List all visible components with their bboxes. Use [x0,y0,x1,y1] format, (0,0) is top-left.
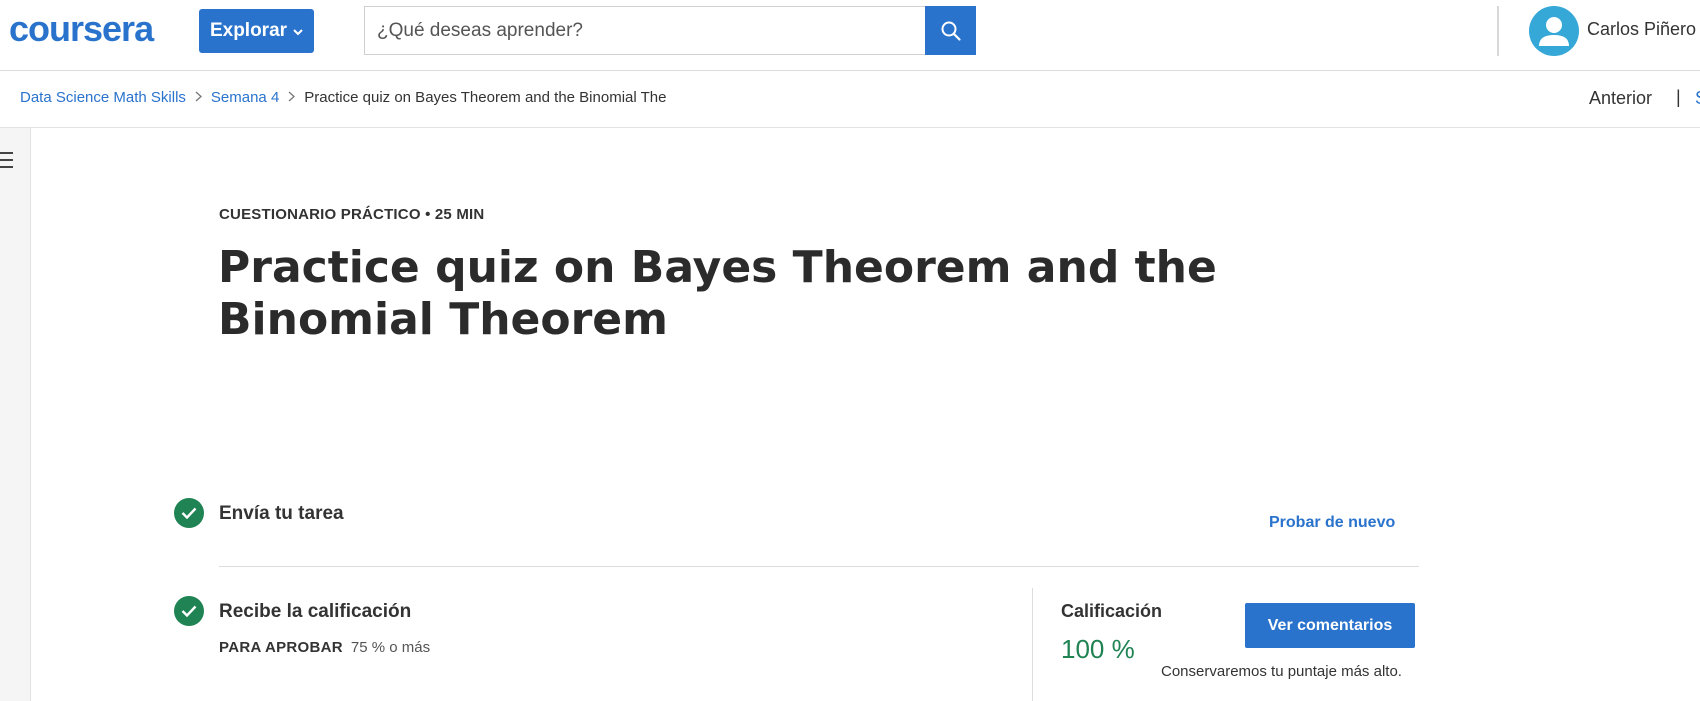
breadcrumb-current: Practice quiz on Bayes Theorem and the B… [304,89,667,106]
view-feedback-button[interactable]: Ver comentarios [1245,603,1415,648]
breadcrumb-week-link[interactable]: Semana 4 [211,89,279,106]
grade-label: Calificación [1061,601,1163,621]
breadcrumb-chevron-icon [195,90,202,105]
grade-step-label: Recibe la calificación [219,601,412,622]
retry-link[interactable]: Probar de nuevo [1269,514,1395,532]
quiz-eyebrow: CUESTIONARIO PRÁCTICO • 25 MIN [219,206,485,223]
next-link[interactable]: S [1695,88,1700,108]
highest-score-note: Conservaremos tu puntaje más alto. [1161,663,1402,680]
pass-label: PARA APROBAR [219,639,343,656]
explore-label: Explorar [209,20,288,41]
search-icon [941,21,961,41]
page-title: Practice quiz on Bayes Theorem and the B… [218,242,1217,345]
breadcrumb-bar: Data Science Math Skills Semana 4 Practi… [0,71,1700,128]
breadcrumb-course-link[interactable]: Data Science Math Skills [20,89,186,106]
submit-step-label: Envía tu tarea [219,503,344,524]
pass-requirement: PARA APROBAR 75 % o más [219,639,430,656]
grade-value: 100 % [1061,634,1135,664]
row-divider [219,566,1419,567]
search-input[interactable] [365,7,925,54]
left-rail [0,128,31,701]
vertical-divider [1032,588,1033,701]
top-header: coursera Explorar Carlos Piñero [0,0,1700,71]
user-avatar-icon[interactable] [1529,6,1579,56]
previous-link[interactable]: Anterior [1589,88,1652,109]
search-box [364,6,976,55]
search-button[interactable] [925,6,976,55]
nav-separator: | [1676,87,1681,107]
pass-value: 75 % o más [350,639,431,656]
menu-icon[interactable] [0,152,14,168]
breadcrumb: Data Science Math Skills Semana 4 Practi… [20,89,666,106]
header-divider [1497,6,1499,56]
check-circle-icon [174,596,204,626]
check-circle-icon [174,498,204,528]
coursera-logo[interactable]: coursera [9,8,154,50]
breadcrumb-chevron-icon [288,90,296,105]
chevron-down-icon [293,27,303,39]
next-link-label: S [1695,88,1700,108]
user-name[interactable]: Carlos Piñero [1587,19,1696,40]
explore-button[interactable]: Explorar [199,9,314,53]
